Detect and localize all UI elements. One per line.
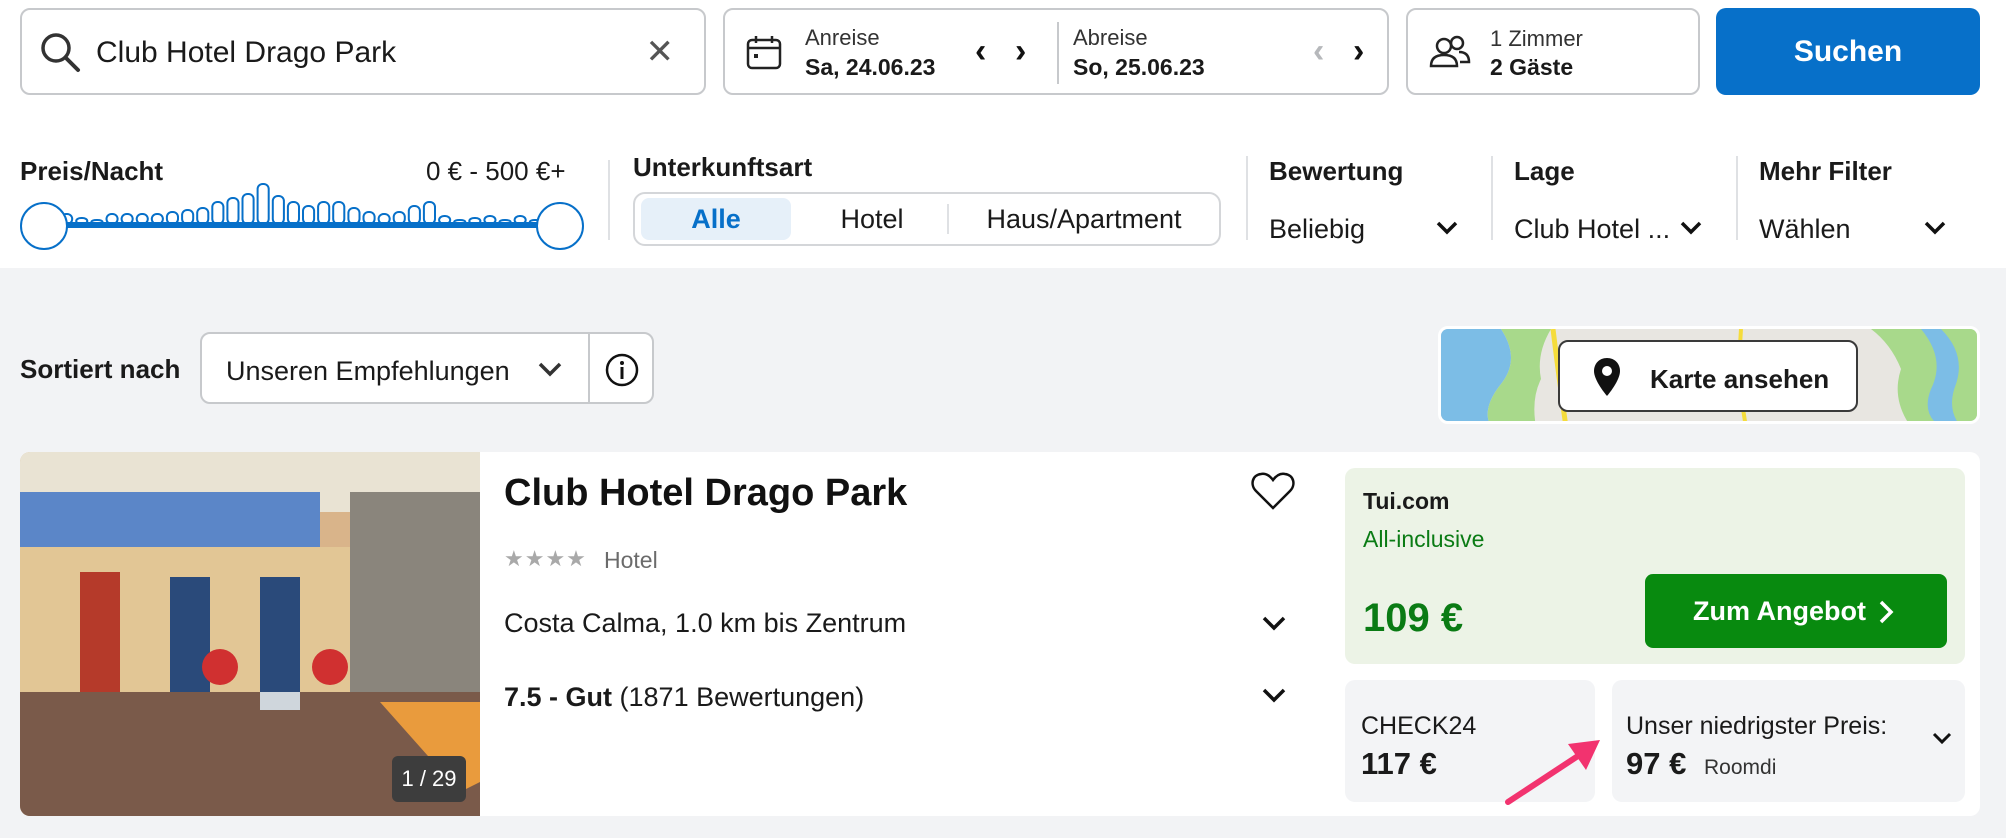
- price-slider-track[interactable]: [44, 222, 558, 228]
- chevron-down-icon[interactable]: [1260, 614, 1288, 634]
- type-option-all[interactable]: Alle: [641, 198, 791, 240]
- histogram-bar: [241, 193, 255, 225]
- chevron-right-icon[interactable]: ›: [1015, 32, 1026, 71]
- heart-icon[interactable]: [1250, 470, 1296, 517]
- chevron-down-icon: [538, 362, 562, 377]
- chevron-down-icon[interactable]: [1678, 218, 1704, 238]
- accommodation-type-toggle: Alle Hotel Haus/Apartment: [633, 192, 1221, 246]
- rating-filter-value[interactable]: Beliebig: [1269, 214, 1365, 245]
- location-filter-value[interactable]: Club Hotel ...: [1514, 214, 1670, 245]
- lowest-price-label: Unser niedrigster Preis:: [1626, 712, 1888, 740]
- search-query: Club Hotel Drago Park: [96, 36, 397, 69]
- people-icon: [1428, 34, 1472, 77]
- hotel-name[interactable]: Club Hotel Drago Park: [504, 472, 907, 515]
- rating-filter-label: Bewertung: [1269, 156, 1404, 186]
- type-option-apartment[interactable]: Haus/Apartment: [951, 194, 1217, 244]
- divider: [1491, 156, 1493, 240]
- divider: [1057, 22, 1059, 84]
- histogram-bar: [317, 201, 331, 225]
- divider: [1736, 156, 1738, 240]
- sort-value: Unseren Empfehlungen: [226, 356, 510, 386]
- highlight-arrow-icon: [1505, 740, 1600, 805]
- rating-score: 7.5 - Gut: [504, 682, 613, 712]
- view-deal-label: Zum Angebot: [1693, 596, 1866, 626]
- price-slider-min-handle[interactable]: [20, 202, 68, 250]
- date-picker[interactable]: Anreise Sa, 24.06.23 ‹ › Abreise So, 25.…: [723, 8, 1389, 95]
- chevron-right-icon[interactable]: ›: [1353, 32, 1364, 71]
- hotel-location: Costa Calma, 1.0 km bis Zentrum: [504, 608, 907, 638]
- search-input[interactable]: Club Hotel Drago Park ✕: [20, 8, 706, 95]
- histogram-bar: [256, 183, 270, 225]
- chevron-left-icon[interactable]: ‹: [1313, 32, 1324, 71]
- alt-price: 117 €: [1361, 746, 1437, 781]
- view-deal-button[interactable]: Zum Angebot: [1645, 574, 1947, 648]
- map-pin-icon: [1592, 356, 1622, 403]
- close-icon[interactable]: ✕: [646, 32, 675, 72]
- chevron-left-icon[interactable]: ‹: [975, 32, 986, 71]
- sort-label: Sortiert nach: [20, 354, 181, 384]
- histogram-bar: [226, 197, 240, 225]
- divider: [608, 160, 610, 240]
- hotel-rating: 7.5 - Gut (1871 Bewertungen): [504, 682, 864, 713]
- map-button[interactable]: Karte ansehen: [1558, 340, 1858, 412]
- checkout-label: Abreise: [1073, 25, 1148, 50]
- search-icon: [38, 30, 82, 79]
- checkout-value[interactable]: So, 25.06.23: [1073, 54, 1205, 81]
- divider: [947, 204, 949, 234]
- search-button[interactable]: Suchen: [1716, 8, 1980, 95]
- more-filters-value[interactable]: Wählen: [1759, 214, 1851, 245]
- location-filter-label: Lage: [1514, 156, 1575, 186]
- divider: [588, 334, 590, 402]
- guest-selector[interactable]: 1 Zimmer 2 Gäste: [1406, 8, 1700, 95]
- histogram-bar: [332, 201, 346, 225]
- lowest-price-provider: Roomdi: [1704, 756, 1777, 779]
- hotel-photo[interactable]: 1 / 29: [20, 452, 480, 816]
- checkin-label: Anreise: [805, 25, 880, 50]
- map-button-label: Karte ansehen: [1650, 364, 1830, 394]
- histogram-bar: [271, 195, 285, 225]
- deal-provider: Tui.com: [1363, 488, 1450, 514]
- alt-provider: CHECK24: [1361, 712, 1477, 740]
- more-filters-label: Mehr Filter: [1759, 156, 1892, 186]
- lowest-price-offer[interactable]: Unser niedrigster Preis: 97 € Roomdi: [1612, 680, 1965, 802]
- star-rating-icon: ★★★★: [504, 546, 587, 571]
- sort-dropdown[interactable]: Unseren Empfehlungen: [200, 332, 654, 404]
- histogram-bar: [286, 201, 300, 225]
- lowest-price-value: 97 €: [1626, 746, 1687, 781]
- rooms-count: 1 Zimmer: [1490, 26, 1583, 51]
- best-deal-panel: Tui.com All-inclusive 109 € Zum Angebot: [1345, 468, 1965, 664]
- chevron-down-icon[interactable]: [1930, 730, 1954, 748]
- histogram-bar: [211, 201, 225, 225]
- calendar-icon: [745, 34, 783, 77]
- rating-count: (1871 Bewertungen): [619, 682, 865, 712]
- divider: [1246, 156, 1248, 240]
- chevron-down-icon[interactable]: [1434, 218, 1460, 238]
- type-option-hotel[interactable]: Hotel: [797, 194, 947, 244]
- type-filter-label: Unterkunftsart: [633, 152, 813, 182]
- chevron-down-icon[interactable]: [1922, 218, 1948, 238]
- chevron-down-icon[interactable]: [1260, 686, 1288, 706]
- guests-count: 2 Gäste: [1490, 54, 1574, 80]
- deal-price: 109 €: [1363, 596, 1464, 640]
- hotel-card: 1 / 29 Club Hotel Drago Park ★★★★ Hotel …: [20, 452, 1980, 816]
- checkin-value[interactable]: Sa, 24.06.23: [805, 54, 935, 81]
- info-icon[interactable]: [604, 352, 640, 393]
- photo-counter: 1 / 29: [392, 756, 466, 802]
- price-slider-max-handle[interactable]: [536, 202, 584, 250]
- histogram-bar: [422, 201, 436, 225]
- chevron-right-icon: [1879, 600, 1894, 624]
- hotel-type: Hotel: [604, 547, 658, 573]
- deal-board-type: All-inclusive: [1363, 526, 1485, 552]
